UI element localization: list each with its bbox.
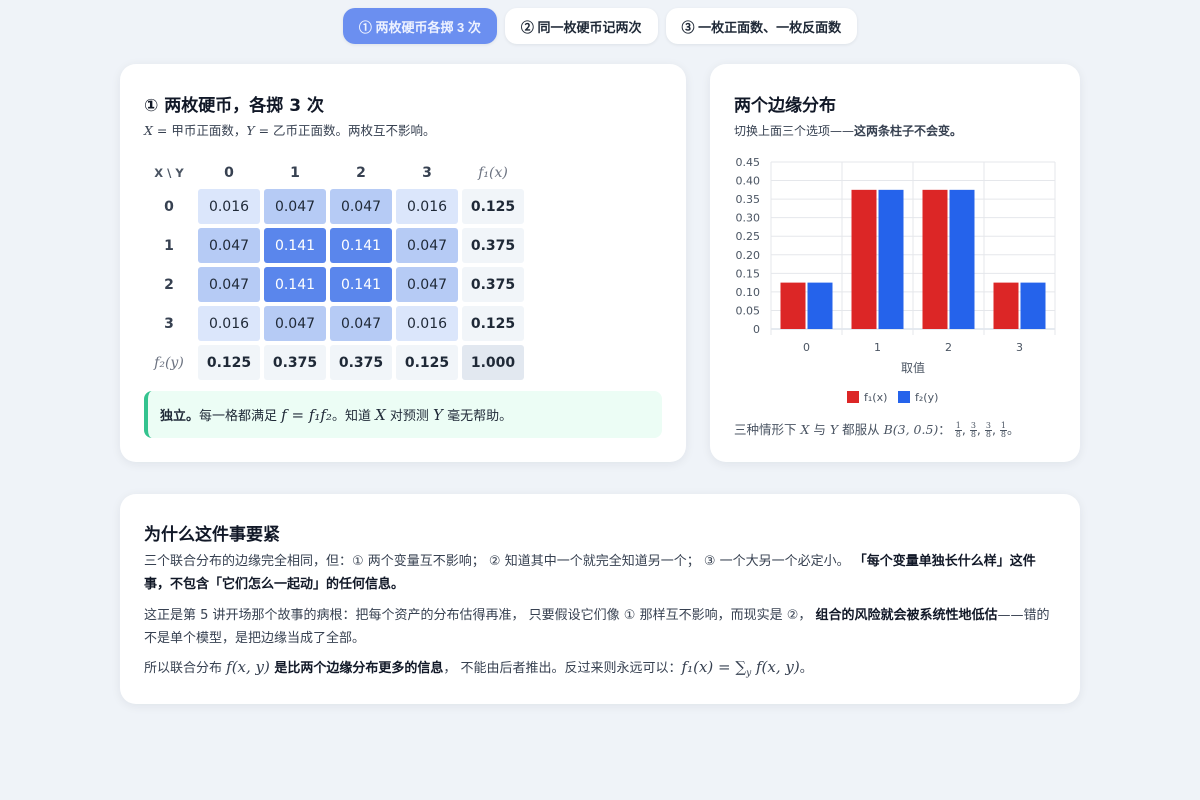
paragraph-1: 三个联合分布的边缘完全相同，但：① 两个变量互不影响； ② 知道其中一个就完全知…: [144, 554, 1036, 592]
paragraph-2: 这正是第 5 讲开场那个故事的病根：把每个资产的分布估得再准， 只要假设它们像 …: [144, 608, 1050, 646]
marginal-col-header: f₁(x): [478, 165, 508, 181]
marginal-distribution-card: 两个边缘分布 切换上面三个选项——这两条柱子不会变。 0 0.05 0.10 0.15…: [710, 64, 1080, 462]
y-tick-label: 0.20: [736, 249, 761, 262]
tab-heads-and-tails[interactable]: ③ 一枚正面数、一枚反面数: [665, 8, 858, 44]
card-title: 为什么这件事要紧: [144, 525, 280, 545]
total-cell: 1.000: [462, 345, 524, 380]
marginal-cell: 0.375: [330, 345, 392, 380]
y-tick-label: 0.45: [736, 156, 761, 169]
table-row: 2 0.047 0.141 0.141 0.047 0.375: [144, 267, 524, 302]
table-corner-label: X \ Y: [154, 166, 184, 180]
table-row: 0 0.016 0.047 0.047 0.016 0.125: [144, 189, 524, 224]
card-subtitle: X = 甲币正面数，Y = 乙币正面数。两枚互不影响。: [144, 123, 436, 138]
table-cell: 0.016: [198, 189, 260, 224]
table-cell: 0.047: [264, 306, 326, 341]
marginal-cell: 0.125: [198, 345, 260, 380]
legend-label: f₂(y): [915, 391, 938, 404]
table-cell: 0.047: [396, 267, 458, 302]
joint-probability-table: X \ Y 0 1 2 3 f₁(x) 0 0.016 0.047 0.047 …: [140, 157, 528, 384]
table-cell: 0.047: [198, 267, 260, 302]
bar-f2: [1020, 282, 1046, 329]
bar-f2: [807, 282, 833, 329]
tab-same-coin-twice[interactable]: ② 同一枚硬币记两次: [504, 8, 658, 44]
table-cell: 0.016: [198, 306, 260, 341]
tab-two-coins[interactable]: ① 两枚硬币各掷 3 次: [342, 8, 497, 44]
marginal-cell: 0.125: [396, 345, 458, 380]
table-cell: 0.141: [264, 267, 326, 302]
card-title: 两个边缘分布: [734, 96, 836, 116]
table-cell: 0.047: [396, 228, 458, 263]
table-row: 1 0.047 0.141 0.141 0.047 0.375: [144, 228, 524, 263]
y-tick-label: 0.25: [736, 230, 761, 243]
bar-f1: [851, 189, 877, 329]
chart-footnote: 三种情形下 X 与 Y 都服从 B(3, 0.5)： 18, 38, 38, 1…: [734, 421, 1020, 439]
y-tick-label: 0.15: [736, 267, 761, 280]
marginal-row: f₂(y) 0.125 0.375 0.375 0.125 1.000: [144, 345, 524, 380]
x-tick-label: 0: [803, 341, 810, 354]
independence-callout: 独立。每一格都满足 f = f₁f₂。知道 X 对预测 Y 毫无帮助。: [144, 391, 662, 438]
bar-f2: [949, 189, 975, 329]
row-header: 0: [164, 198, 174, 215]
x-tick-label: 1: [874, 341, 881, 354]
x-tick-label: 2: [945, 341, 952, 354]
legend-swatch: [898, 391, 910, 403]
row-header: 2: [164, 276, 174, 293]
bar-f1: [993, 282, 1019, 329]
x-tick-label: 3: [1016, 341, 1023, 354]
marginal-cell: 0.375: [264, 345, 326, 380]
table-cell: 0.141: [264, 228, 326, 263]
legend-label: f₁(x): [864, 391, 887, 404]
table-cell: 0.016: [396, 189, 458, 224]
tab-bar: ① 两枚硬币各掷 3 次 ② 同一枚硬币记两次 ③ 一枚正面数、一枚反面数: [0, 8, 1200, 44]
y-tick-label: 0.05: [736, 304, 761, 317]
paragraph-3: 所以联合分布 f(x, y) 是比两个边缘分布更多的信息， 不能由后者推出。反过…: [144, 658, 813, 679]
col-header: 0: [224, 165, 234, 181]
marginal-row-header: f₂(y): [154, 354, 184, 371]
col-header: 1: [290, 165, 300, 181]
table-cell: 0.141: [330, 228, 392, 263]
marginal-cell: 0.125: [462, 189, 524, 224]
marginal-cell: 0.375: [462, 267, 524, 302]
bar-f1: [780, 282, 806, 329]
joint-distribution-card: ① 两枚硬币，各掷 3 次 X = 甲币正面数，Y = 乙币正面数。两枚互不影响…: [120, 64, 686, 462]
y-tick-label: 0.10: [736, 286, 761, 299]
table-row: 3 0.016 0.047 0.047 0.016 0.125: [144, 306, 524, 341]
card-subtitle: 切换上面三个选项——这两条柱子不会变。: [734, 124, 963, 138]
row-header: 3: [164, 315, 174, 332]
marginal-bar-chart: 0 0.05 0.10 0.15 0.20 0.25 0.30 0.35 0.40 0.45 0 1 2…: [736, 156, 1056, 404]
table-cell: 0.047: [330, 306, 392, 341]
y-tick-label: 0.35: [736, 193, 761, 206]
y-tick-label: 0.40: [736, 175, 761, 188]
col-header: 3: [422, 165, 432, 181]
table-cell: 0.016: [396, 306, 458, 341]
bar-f1: [922, 189, 948, 329]
row-header: 1: [164, 237, 174, 254]
x-axis-label: 取值: [901, 360, 925, 375]
table-cell: 0.047: [264, 189, 326, 224]
table-cell: 0.047: [330, 189, 392, 224]
y-tick-label: 0: [753, 323, 760, 336]
marginal-cell: 0.375: [462, 228, 524, 263]
y-tick-label: 0.30: [736, 212, 761, 225]
why-it-matters-card: 为什么这件事要紧 三个联合分布的边缘完全相同，但：① 两个变量互不影响； ② 知…: [120, 494, 1080, 704]
col-header: 2: [356, 165, 366, 181]
card-title: ① 两枚硬币，各掷 3 次: [144, 96, 324, 116]
marginal-cell: 0.125: [462, 306, 524, 341]
bar-f2: [878, 189, 904, 329]
table-cell: 0.141: [330, 267, 392, 302]
legend-swatch: [847, 391, 859, 403]
table-cell: 0.047: [198, 228, 260, 263]
